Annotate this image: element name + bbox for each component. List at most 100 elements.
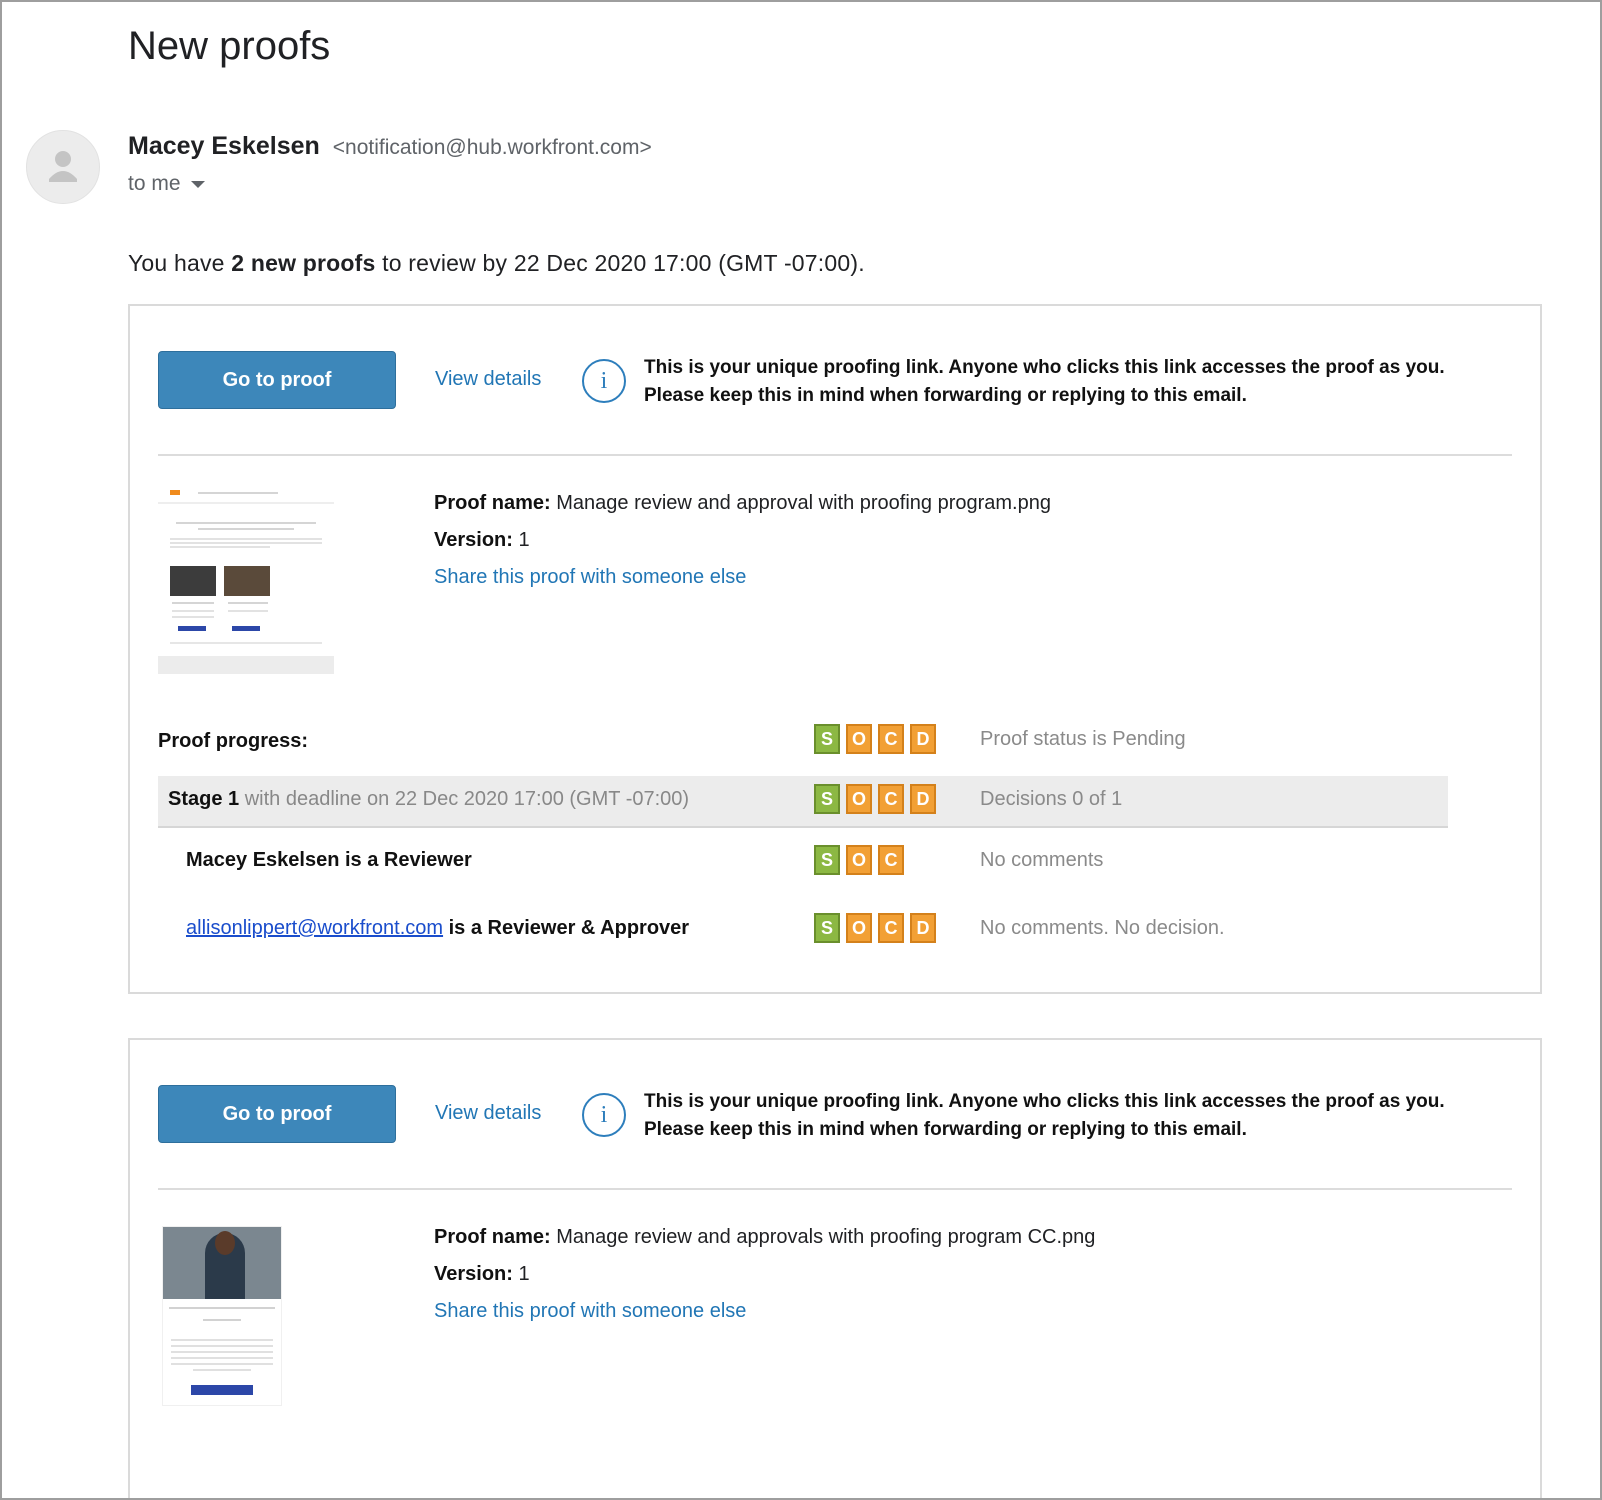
thumb-line xyxy=(172,610,214,612)
reviewer-role: is a Reviewer & Approver xyxy=(443,917,690,939)
reviewer-status: No comments xyxy=(980,849,1104,871)
thumb-logo xyxy=(170,490,180,495)
reviewer-email-link[interactable]: allisonlippert@workfront.com xyxy=(186,917,443,939)
intro-suffix: to review by 22 Dec 2020 17:00 (GMT -07:… xyxy=(375,250,865,276)
stage-status: Decisions 0 of 1 xyxy=(980,788,1123,810)
badge-o: O xyxy=(846,845,872,875)
proof-status: Proof status is Pending xyxy=(980,728,1186,750)
proof-name-row: Proof name: Manage review and approval w… xyxy=(434,492,1051,515)
reviewer-status: No comments. No decision. xyxy=(980,917,1225,939)
progress-badges: S O C D xyxy=(814,724,936,754)
reviewer-label: Macey Eskelsen is a Reviewer xyxy=(186,849,472,872)
badge-s: S xyxy=(814,913,840,943)
divider xyxy=(158,1188,1512,1190)
thumb-button xyxy=(191,1385,253,1395)
intro-prefix: You have xyxy=(128,250,232,276)
thumb-line xyxy=(176,522,316,524)
share-proof-link[interactable]: Share this proof with someone else xyxy=(434,1300,746,1323)
proof-name-row: Proof name: Manage review and approvals … xyxy=(434,1226,1095,1249)
view-details-link[interactable]: View details xyxy=(435,368,541,391)
reviewer-badges: S O C xyxy=(814,845,904,875)
sender-name: Macey Eskelsen xyxy=(128,132,320,160)
notice-line-2: Please keep this in mind when forwarding… xyxy=(644,385,1247,406)
intro-text: You have 2 new proofs to review by 22 De… xyxy=(128,250,865,277)
badge-o: O xyxy=(846,913,872,943)
person-avatar-icon xyxy=(49,151,77,182)
proof-name: Manage review and approval with proofing… xyxy=(556,492,1051,514)
reviewer-row: allisonlippert@workfront.com is a Review… xyxy=(158,905,1448,955)
thumb-photo xyxy=(224,566,270,596)
version-row: Version: 1 xyxy=(434,529,530,552)
badge-d: D xyxy=(910,724,936,754)
info-icon: i xyxy=(582,1093,626,1137)
thumb-line xyxy=(170,546,270,548)
go-to-proof-button[interactable]: Go to proof xyxy=(158,1085,396,1143)
info-icon: i xyxy=(582,359,626,403)
proof-name-label: Proof name: xyxy=(434,492,551,514)
thumb-line xyxy=(170,542,322,544)
thumb-line xyxy=(170,642,322,644)
proof-thumbnail[interactable] xyxy=(162,1226,282,1406)
email-view: New proofs Macey Eskelsen <notification@… xyxy=(0,0,1602,1500)
proof-card-1: Go to proof View details i This is your … xyxy=(128,304,1542,994)
badge-o: O xyxy=(846,784,872,814)
sender-email: <notification@hub.workfront.com> xyxy=(332,136,652,159)
thumb-line xyxy=(171,1345,273,1347)
thumb-line xyxy=(158,502,334,504)
thumb-line xyxy=(170,538,322,540)
thumb-photo xyxy=(170,566,216,596)
recipient-toggle[interactable]: to me xyxy=(128,172,205,196)
thumb-line xyxy=(228,610,268,612)
badge-c: C xyxy=(878,724,904,754)
version-label: Version: xyxy=(434,1263,513,1285)
badge-d: D xyxy=(910,784,936,814)
notice-line-1: This is your unique proofing link. Anyon… xyxy=(644,357,1445,378)
thumb-line xyxy=(172,602,214,604)
version-value: 1 xyxy=(518,529,530,551)
stage-label: Stage 1 with deadline on 22 Dec 2020 17:… xyxy=(168,788,689,811)
recipient-label: to me xyxy=(128,172,181,195)
badge-s: S xyxy=(814,724,840,754)
proof-link-notice: This is your unique proofing link. Anyon… xyxy=(644,354,1445,410)
thumb-line xyxy=(169,1307,275,1309)
email-subject: New proofs xyxy=(128,24,331,68)
badge-s: S xyxy=(814,784,840,814)
badge-s: S xyxy=(814,845,840,875)
thumb-line xyxy=(171,1357,273,1359)
thumb-line xyxy=(171,1351,273,1353)
thumb-line xyxy=(198,528,294,530)
badge-d: D xyxy=(910,913,936,943)
reviewer-name: Macey Eskelsen is a Reviewer xyxy=(186,849,472,871)
thumb-line xyxy=(171,1363,273,1365)
intro-count: 2 new proofs xyxy=(231,250,376,276)
thumb-button xyxy=(232,626,260,631)
proof-link-notice: This is your unique proofing link. Anyon… xyxy=(644,1088,1445,1144)
badge-c: C xyxy=(878,784,904,814)
share-proof-link[interactable]: Share this proof with someone else xyxy=(434,566,746,589)
thumb-button xyxy=(178,626,206,631)
stage-deadline: with deadline on 22 Dec 2020 17:00 (GMT … xyxy=(239,788,690,810)
dropdown-caret-icon[interactable] xyxy=(190,180,205,188)
stage-name: Stage 1 xyxy=(168,788,240,810)
thumb-footer xyxy=(158,656,334,674)
thumb-line xyxy=(171,1339,273,1341)
proof-name-label: Proof name: xyxy=(434,1226,551,1248)
proof-progress-row: S O C D Proof status is Pending xyxy=(158,716,1448,766)
proof-card-2: Go to proof View details i This is your … xyxy=(128,1038,1542,1498)
proof-name: Manage review and approvals with proofin… xyxy=(556,1226,1096,1248)
reviewer-label: allisonlippert@workfront.com is a Review… xyxy=(186,917,689,940)
view-details-link[interactable]: View details xyxy=(435,1102,541,1125)
version-value: 1 xyxy=(518,1263,530,1285)
reviewer-badges: S O C D xyxy=(814,913,936,943)
badge-c: C xyxy=(878,845,904,875)
badge-o: O xyxy=(846,724,872,754)
notice-line-2: Please keep this in mind when forwarding… xyxy=(644,1119,1247,1140)
proof-thumbnail[interactable] xyxy=(158,484,334,674)
go-to-proof-button[interactable]: Go to proof xyxy=(158,351,396,409)
notice-line-1: This is your unique proofing link. Anyon… xyxy=(644,1091,1445,1112)
stage-row: Stage 1 with deadline on 22 Dec 2020 17:… xyxy=(158,776,1448,828)
badge-c: C xyxy=(878,913,904,943)
thumb-line xyxy=(198,492,278,494)
version-row: Version: 1 xyxy=(434,1263,530,1286)
sender-avatar xyxy=(26,130,100,204)
